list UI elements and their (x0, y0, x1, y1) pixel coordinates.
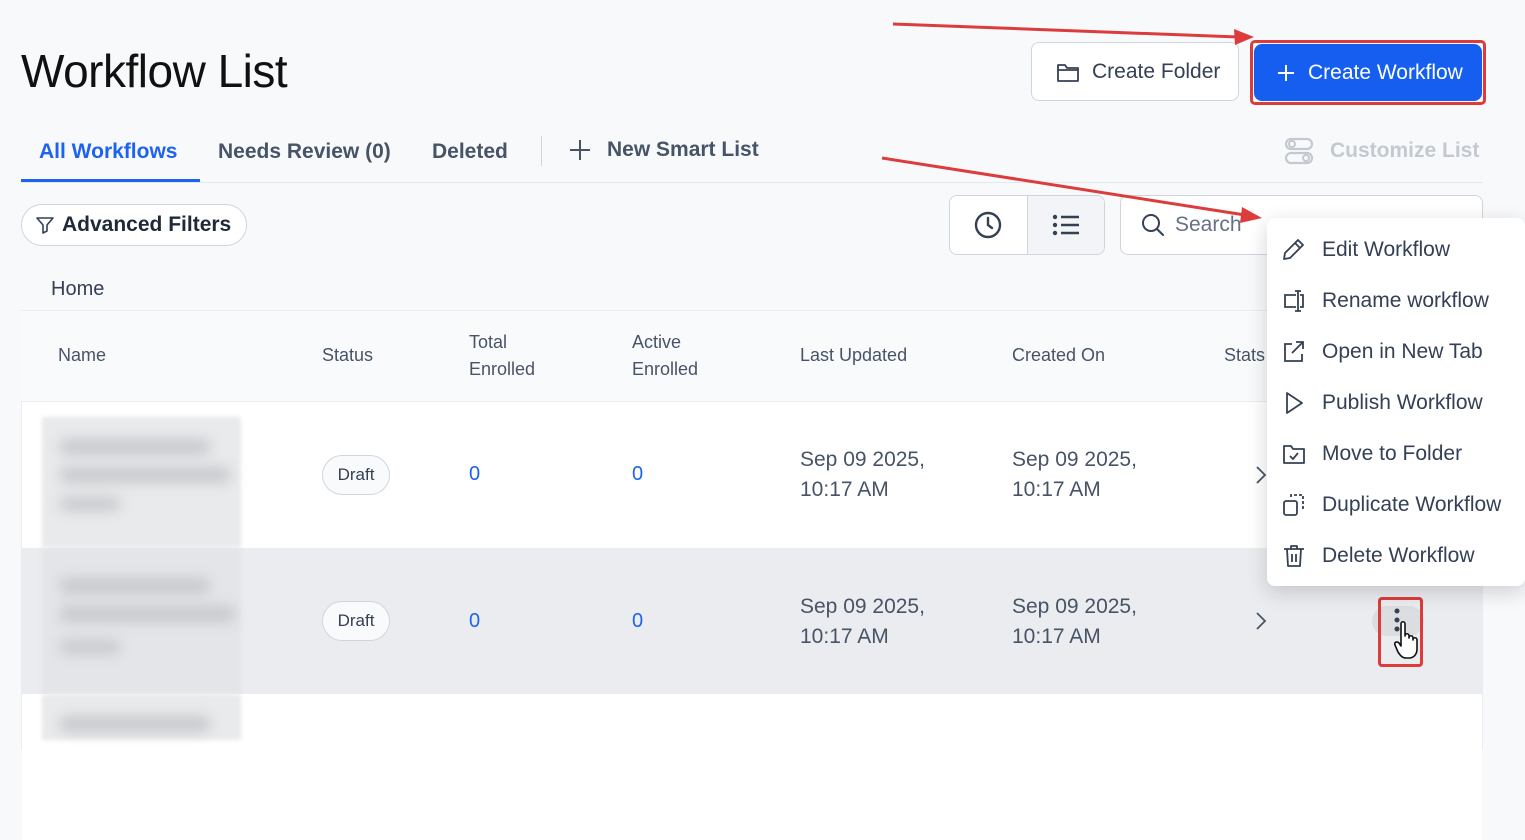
annotation-arrows (881, 22, 1262, 223)
